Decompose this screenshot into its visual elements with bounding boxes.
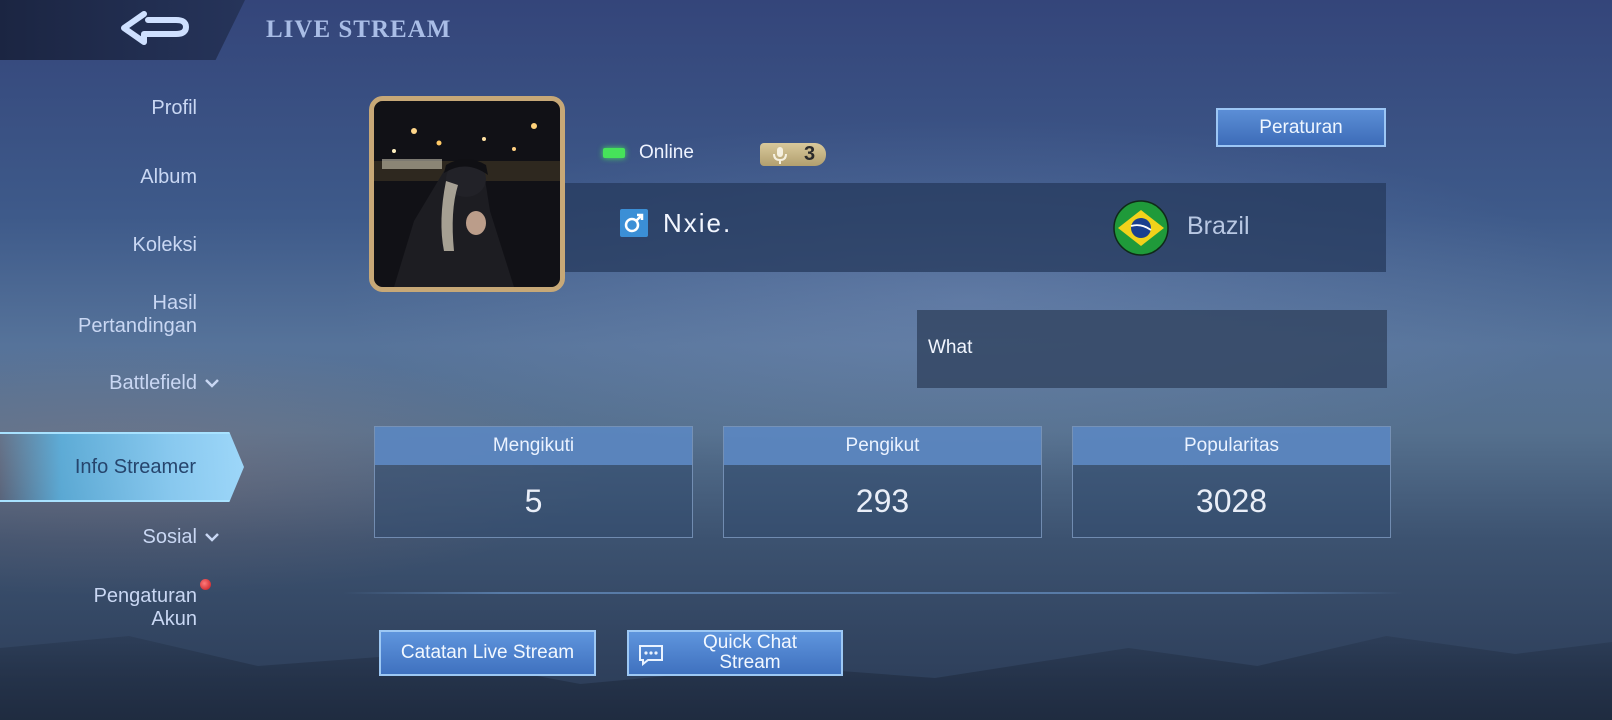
- back-button[interactable]: [116, 8, 196, 52]
- avatar-photo: [374, 101, 560, 287]
- sidebar-item-info-streamer[interactable]: Info Streamer: [0, 432, 244, 502]
- stat-following: Mengikuti 5: [374, 426, 693, 538]
- quick-chat-label: Quick Chat: [703, 632, 797, 653]
- voice-badge: 3: [760, 143, 826, 166]
- country-name: Brazil: [1187, 212, 1250, 240]
- status-text: Online: [639, 142, 694, 163]
- sidebar-item-label: Battlefield: [109, 372, 197, 394]
- sidebar-item-label: Info Streamer: [74, 455, 196, 478]
- sidebar-item-profil[interactable]: Profil: [151, 97, 197, 120]
- stat-value: 3028: [1195, 482, 1268, 519]
- stat-followers: Pengikut 293: [723, 426, 1042, 538]
- stat-popularity: Popularitas 3028: [1072, 426, 1391, 538]
- stat-label: Pengikut: [724, 427, 1041, 465]
- brazil-flag-icon: [1113, 200, 1169, 256]
- sidebar-item-label: Album: [140, 166, 197, 188]
- bio-box: What: [917, 310, 1387, 388]
- chevron-down-icon: [205, 533, 219, 542]
- sidebar-item-label: Sosial: [142, 526, 197, 548]
- sidebar-item-hasil-pertandingan[interactable]: Hasil Pertandingan: [78, 292, 197, 338]
- sidebar-item-label: Hasil: [152, 292, 197, 314]
- male-symbol: [624, 213, 644, 233]
- microphone-icon: [773, 146, 787, 164]
- online-status: Online: [603, 142, 694, 164]
- back-arrow-icon: [121, 11, 189, 45]
- stat-value: 5: [524, 482, 543, 519]
- stat-value: 293: [855, 482, 910, 519]
- page-title: LIVE STREAM: [266, 16, 452, 43]
- quick-chat-stream-button[interactable]: Quick Chat Stream: [627, 630, 843, 676]
- sidebar-item-label: Akun: [151, 608, 197, 630]
- stat-label: Popularitas: [1073, 427, 1390, 465]
- male-icon: [620, 209, 648, 237]
- sidebar-item-pengaturan-akun[interactable]: Pengaturan Akun: [93, 579, 211, 631]
- avatar[interactable]: [369, 96, 565, 292]
- chevron-down-icon: [205, 379, 219, 388]
- stat-label: Mengikuti: [375, 427, 692, 465]
- sidebar-item-label: Pertandingan: [78, 315, 197, 337]
- sidebar-item-label: Koleksi: [132, 234, 197, 256]
- player-name: Nxie.: [663, 208, 733, 238]
- sidebar-item-sosial[interactable]: Sosial: [142, 526, 219, 549]
- rules-button[interactable]: Peraturan: [1216, 108, 1386, 147]
- bio-text: What: [928, 337, 973, 358]
- chat-bubble-icon: [639, 645, 663, 666]
- notification-dot: [200, 579, 211, 590]
- stream-log-button[interactable]: Catatan Live Stream: [379, 630, 596, 676]
- sidebar-item-koleksi[interactable]: Koleksi: [133, 234, 197, 257]
- quick-chat-label: Stream: [719, 652, 781, 673]
- sidebar-item-album[interactable]: Album: [140, 166, 197, 189]
- online-indicator-icon: [603, 148, 625, 158]
- sidebar-item-label-text: Pengaturan: [93, 585, 197, 607]
- sidebar-item-label: Pengaturan: [93, 579, 211, 608]
- voice-count: 3: [804, 143, 816, 165]
- sidebar-item-battlefield[interactable]: Battlefield: [109, 372, 219, 395]
- section-divider: [343, 592, 1403, 594]
- sidebar-item-label: Profil: [151, 97, 197, 119]
